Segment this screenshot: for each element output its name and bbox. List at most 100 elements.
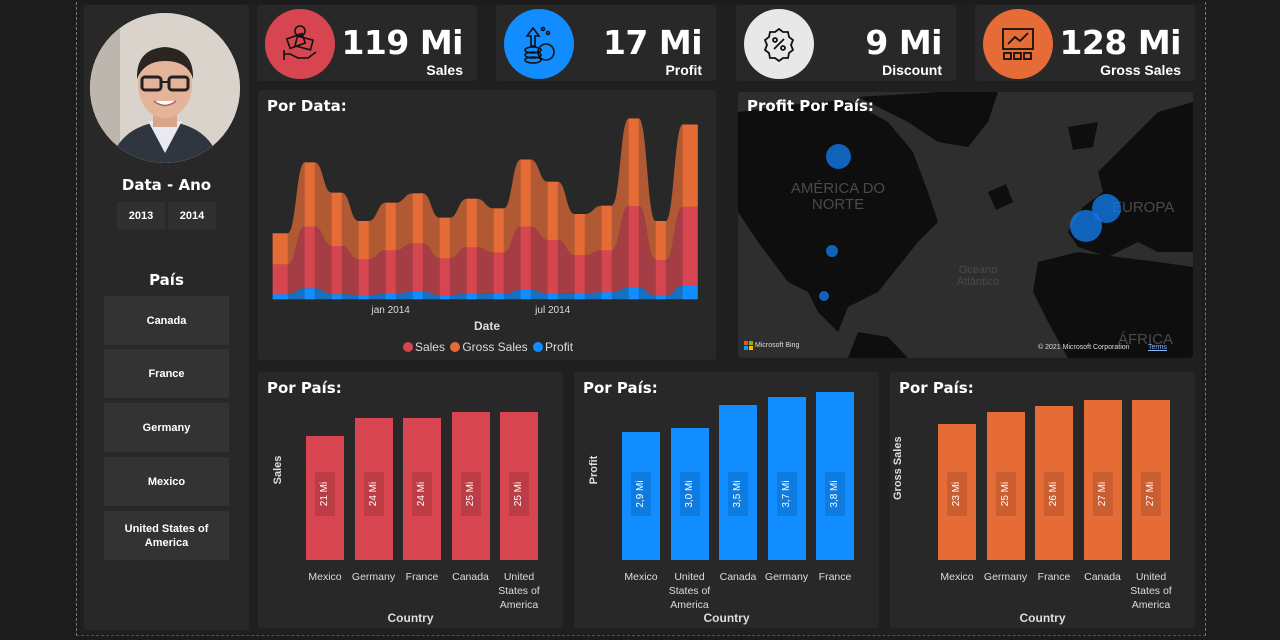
x-tick-label: Mexico: [624, 571, 658, 583]
area-point-profit[interactable]: [493, 293, 504, 300]
profit-map-panel[interactable]: AMÉRICA DO NORTE Oceano Atlântico EUROPA…: [738, 92, 1193, 358]
area-point-gross-sales[interactable]: [385, 202, 396, 251]
map-bubble-mexico[interactable]: [819, 291, 829, 301]
area-point-gross-sales[interactable]: [628, 118, 639, 207]
area-point-sales[interactable]: [304, 226, 315, 289]
country-button-mexico[interactable]: Mexico: [104, 457, 229, 506]
y-axis-title: Sales: [272, 455, 284, 485]
area-point-gross-sales[interactable]: [655, 221, 666, 261]
x-tick-label: Canada: [719, 571, 757, 583]
country-button-canada[interactable]: Canada: [104, 296, 229, 345]
area-point-sales[interactable]: [655, 260, 666, 296]
area-point-profit[interactable]: [331, 294, 342, 300]
bar-data-label: 27 Mi: [1141, 472, 1161, 516]
map-bubble-usa[interactable]: [826, 245, 838, 257]
area-point-gross-sales[interactable]: [439, 217, 450, 259]
area-point-profit[interactable]: [466, 293, 477, 300]
map-terms-link[interactable]: Terms: [1148, 344, 1167, 351]
area-point-sales[interactable]: [601, 250, 612, 293]
discount-badge-icon: [744, 9, 814, 79]
map-label-europe: EUROPA: [1112, 199, 1175, 216]
area-point-profit[interactable]: [439, 295, 450, 300]
area-point-gross-sales[interactable]: [331, 192, 342, 246]
bar-data-label: 2,9 Mi: [631, 472, 651, 516]
country-button-usa[interactable]: United States of America: [104, 511, 229, 560]
x-tick-label: Germany: [351, 571, 396, 583]
area-point-sales[interactable]: [385, 250, 396, 294]
bar-chart-title: Por País:: [267, 379, 342, 397]
kpi-label: Gross Sales: [1100, 62, 1181, 78]
year-slicer-title: Data - Ano: [121, 176, 212, 194]
legend-sales-label[interactable]: Sales: [415, 340, 445, 354]
area-point-sales[interactable]: [358, 259, 369, 295]
area-point-profit[interactable]: [628, 287, 639, 300]
map-bubble-germany[interactable]: [1092, 194, 1121, 223]
profit-by-country-panel: Por País: Profit Country 2,9 Mi Mexico 3,0 Mi…: [574, 372, 879, 628]
area-point-gross-sales[interactable]: [520, 159, 531, 227]
area-point-sales[interactable]: [682, 206, 698, 286]
area-point-gross-sales[interactable]: [412, 193, 423, 244]
x-axis-title: Country: [387, 611, 434, 625]
x-tick-label: United States of America: [1130, 571, 1172, 611]
area-point-sales[interactable]: [547, 240, 558, 294]
coins-growth-icon: [504, 9, 574, 79]
area-point-profit[interactable]: [574, 293, 585, 300]
money-hand-icon: [265, 9, 335, 79]
x-tick-label: Canada: [1084, 571, 1121, 583]
bar-data-label: 3,7 Mi: [776, 472, 797, 516]
area-point-gross-sales[interactable]: [466, 198, 477, 248]
area-point-gross-sales[interactable]: [601, 205, 612, 251]
kpi-value: 119 Mi: [341, 23, 463, 62]
year-2014-button[interactable]: 2014: [168, 202, 216, 229]
area-point-gross-sales[interactable]: [358, 221, 369, 260]
area-point-gross-sales[interactable]: [493, 208, 504, 253]
area-point-sales[interactable]: [331, 245, 342, 295]
country-button-germany[interactable]: Germany: [104, 403, 229, 452]
area-point-profit[interactable]: [547, 293, 558, 300]
area-point-profit[interactable]: [272, 294, 288, 300]
sales-by-country-panel: Por País: Sales Country 21 Mi Mexico 24 Mi Ger…: [258, 372, 563, 628]
area-point-sales[interactable]: [520, 226, 531, 290]
area-point-sales[interactable]: [574, 255, 585, 294]
bar-chart-title: Por País:: [583, 379, 658, 397]
area-point-sales[interactable]: [272, 264, 288, 295]
area-point-gross-sales[interactable]: [547, 181, 558, 241]
kpi-card-gross-sales: 128 Mi Gross Sales: [975, 5, 1195, 81]
year-2013-button[interactable]: 2013: [117, 202, 165, 229]
area-point-sales[interactable]: [493, 252, 504, 294]
area-point-profit[interactable]: [601, 292, 612, 300]
microsoft-logo-icon: [744, 341, 753, 350]
kpi-label: Discount: [882, 62, 942, 78]
area-point-gross-sales[interactable]: [304, 162, 315, 227]
area-point-profit[interactable]: [520, 289, 531, 300]
bar-data-label: 24 Mi: [363, 472, 384, 516]
area-point-profit[interactable]: [682, 285, 698, 300]
area-point-profit[interactable]: [358, 294, 369, 300]
x-tick-label: jul 2014: [534, 305, 570, 316]
kpi-label: Profit: [665, 62, 702, 78]
area-point-sales[interactable]: [628, 206, 639, 288]
date-chart-panel: Por Data: jan 2014 jul 2014 Date Sales Gr…: [258, 90, 716, 360]
legend-gross-sales-label[interactable]: Gross Sales: [462, 340, 527, 354]
date-area-chart[interactable]: jan 2014 jul 2014: [258, 90, 716, 330]
x-tick-label: Mexico: [940, 571, 974, 583]
area-point-sales[interactable]: [466, 247, 477, 294]
area-point-sales[interactable]: [439, 258, 450, 296]
bar-data-label: 27 Mi: [1092, 472, 1113, 516]
area-point-profit[interactable]: [655, 295, 666, 300]
area-point-gross-sales[interactable]: [574, 214, 585, 256]
country-button-france[interactable]: France: [104, 349, 229, 398]
chart-legend: Sales Gross Sales Profit: [258, 340, 716, 354]
x-tick-label: Canada: [452, 571, 489, 583]
area-point-profit[interactable]: [385, 293, 396, 300]
area-point-sales[interactable]: [412, 243, 423, 292]
area-point-profit[interactable]: [304, 288, 315, 300]
area-point-gross-sales[interactable]: [682, 124, 698, 207]
map-bubble-canada[interactable]: [826, 144, 851, 169]
legend-profit-label[interactable]: Profit: [545, 340, 573, 354]
area-point-profit[interactable]: [412, 291, 423, 300]
kpi-value: 9 Mi: [865, 23, 942, 62]
area-point-gross-sales[interactable]: [272, 233, 288, 265]
bar-data-label: 3,5 Mi: [728, 472, 748, 516]
kpi-card-profit: 17 Mi Profit: [496, 5, 716, 81]
